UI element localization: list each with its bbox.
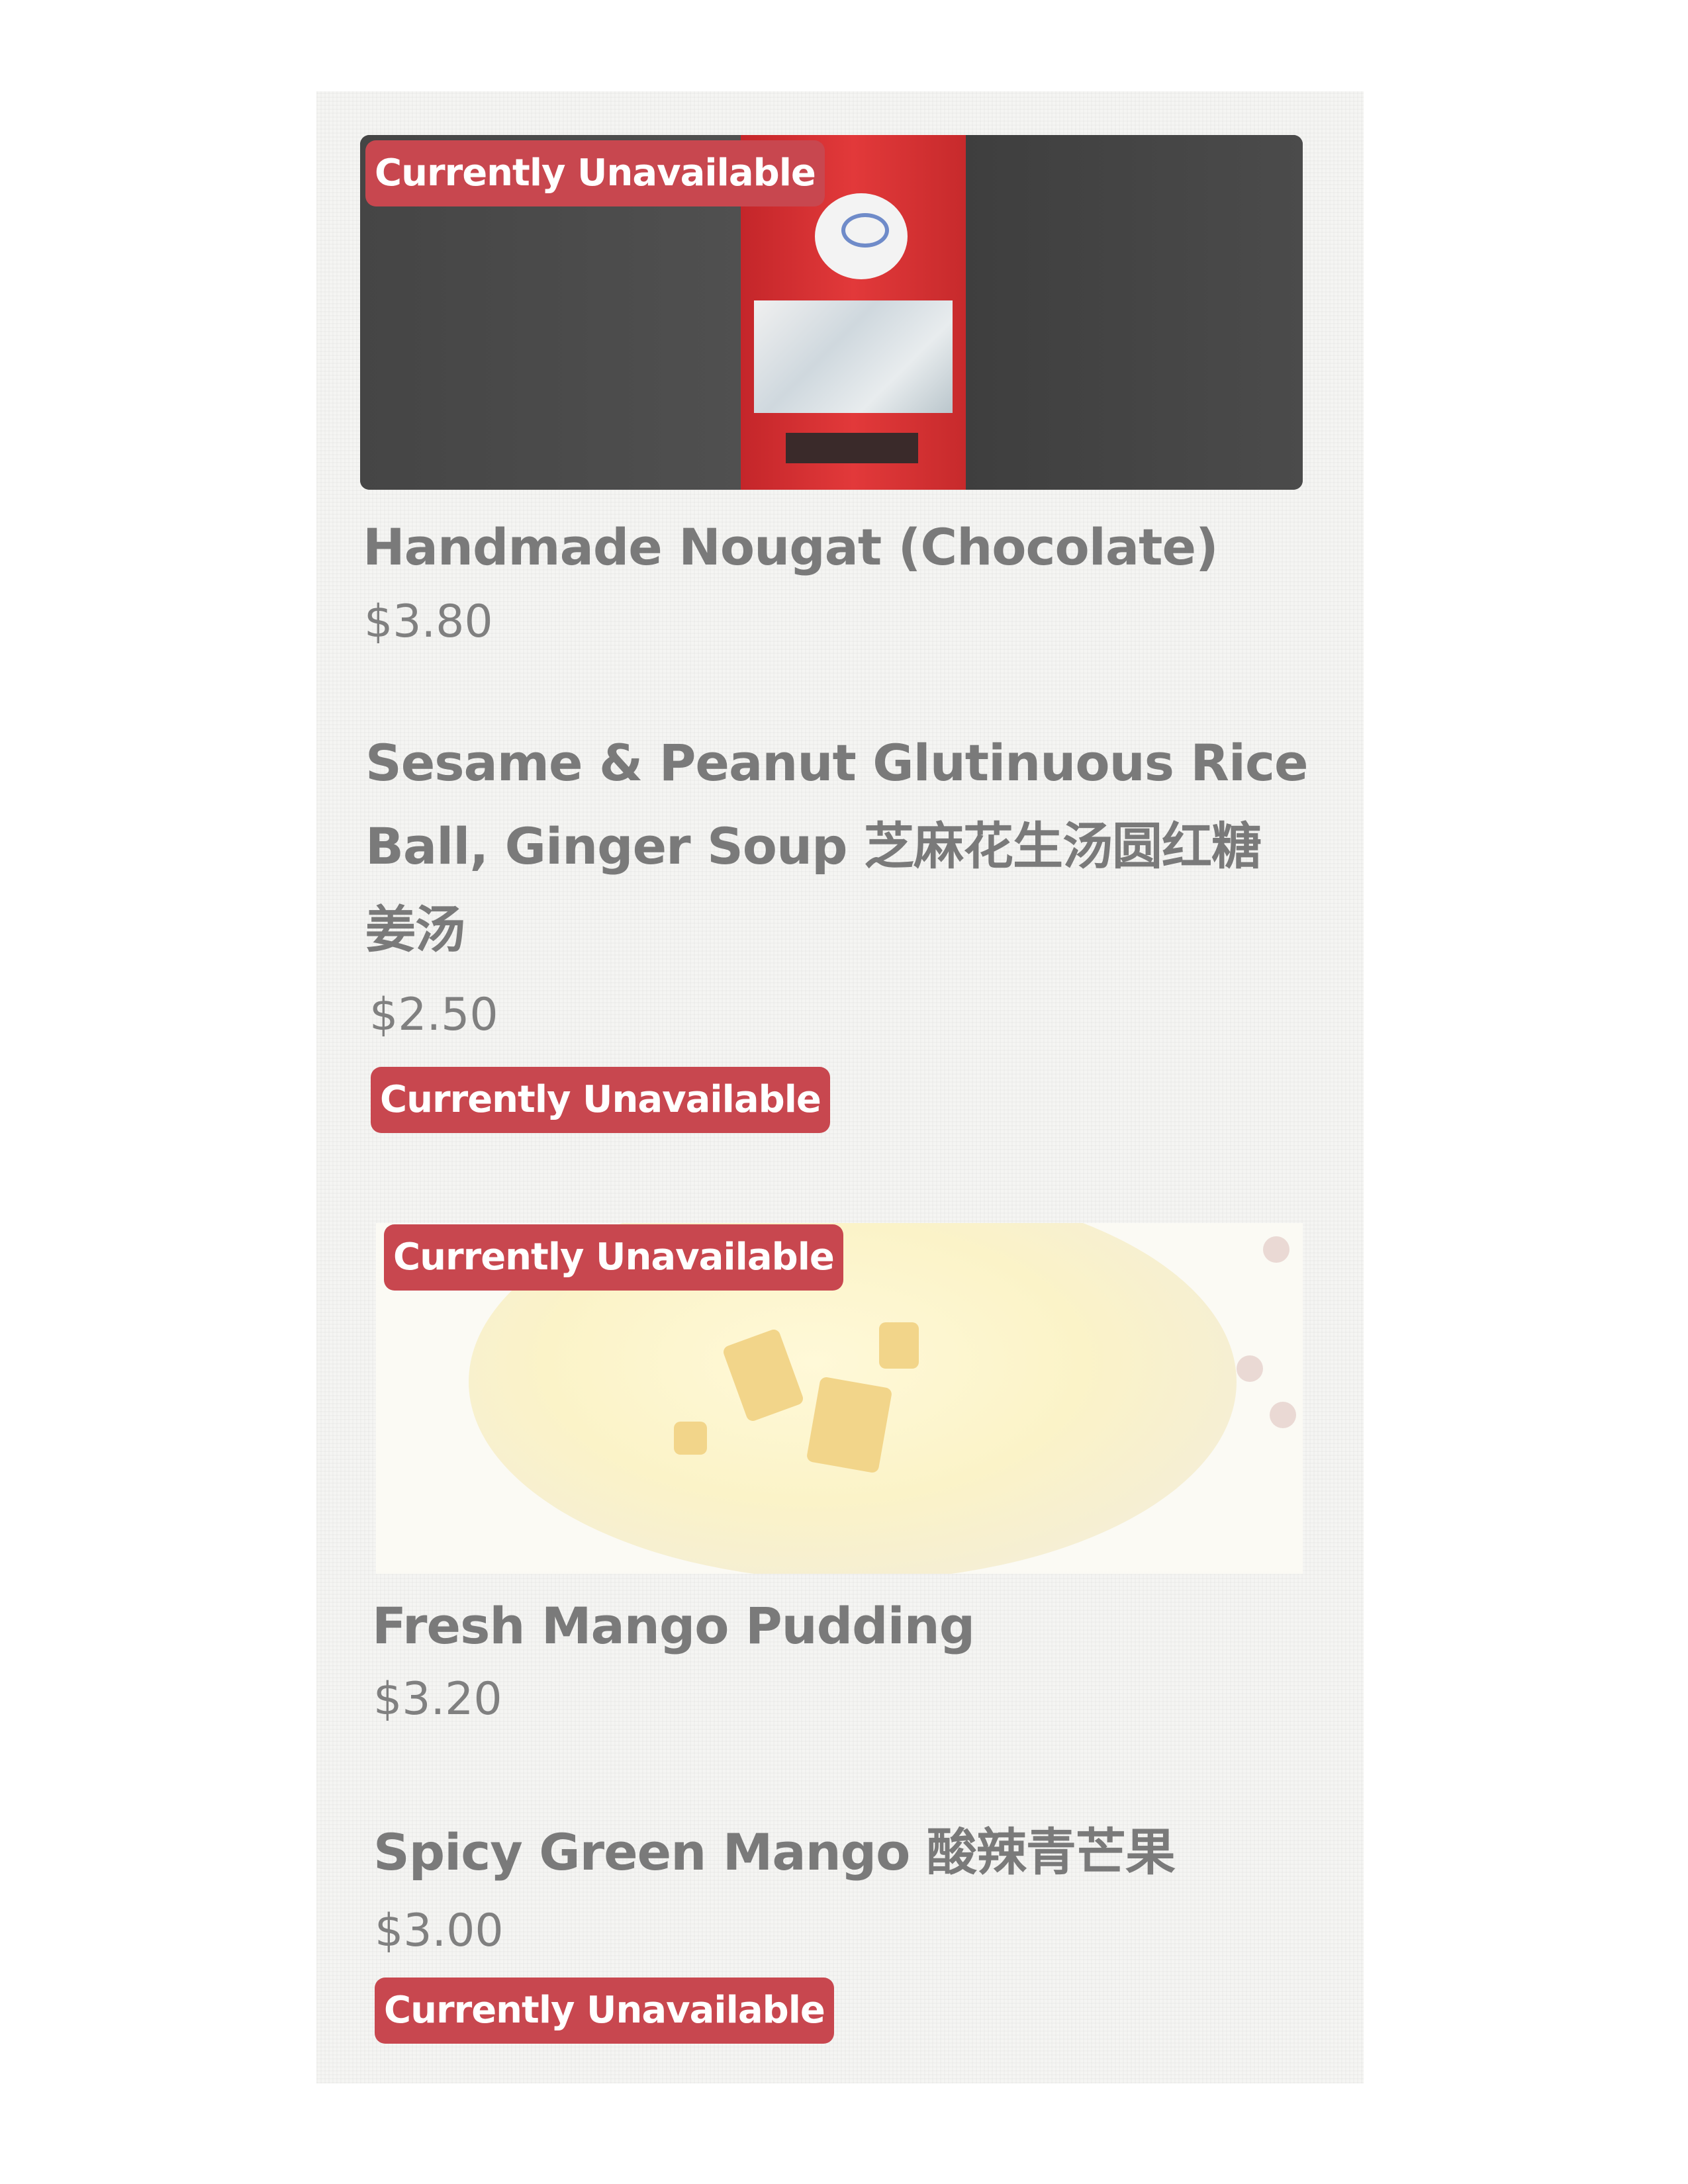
unavailable-badge: Currently Unavailable [365, 140, 825, 206]
candy-window [754, 300, 953, 413]
unavailable-badge: Currently Unavailable [384, 1224, 843, 1291]
brand-seal-icon [815, 193, 908, 279]
flower-decor-icon [1270, 1402, 1296, 1428]
item-price: $2.50 [369, 989, 498, 1041]
image-background [959, 135, 1303, 490]
flower-decor-icon [1237, 1355, 1263, 1382]
menu-screen: Currently Unavailable Handmade Nougat (C… [316, 91, 1364, 2083]
item-name-line[interactable]: Ball, Ginger Soup 芝麻花生汤圆红糖 [365, 805, 1262, 888]
mango-chunk [879, 1322, 919, 1369]
unavailable-badge: Currently Unavailable [375, 1978, 834, 2044]
flower-decor-icon [1263, 1236, 1289, 1263]
handmade-tag [786, 433, 918, 463]
item-name[interactable]: Fresh Mango Pudding [372, 1584, 975, 1668]
mango-chunk [806, 1376, 893, 1474]
item-price: $3.20 [373, 1673, 502, 1725]
item-price: $3.00 [375, 1905, 504, 1957]
item-name-line[interactable]: 姜汤 [365, 888, 465, 972]
item-name-line[interactable]: Sesame & Peanut Glutinuous Rice [365, 721, 1309, 805]
item-price: $3.80 [364, 596, 493, 648]
unavailable-badge: Currently Unavailable [371, 1067, 830, 1133]
item-name[interactable]: Spicy Green Mango 酸辣青芒果 [373, 1811, 1176, 1894]
item-name[interactable]: Handmade Nougat (Chocolate) [363, 506, 1219, 589]
mango-chunk [674, 1422, 707, 1455]
